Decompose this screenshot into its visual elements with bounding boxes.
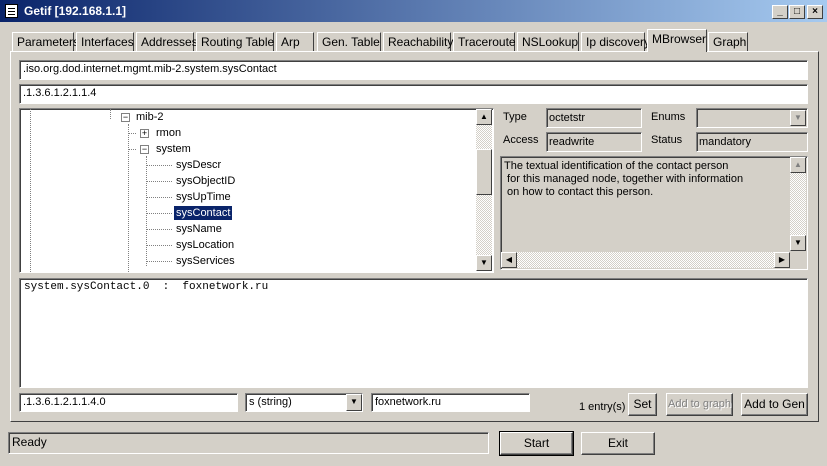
expand-icon[interactable]: + bbox=[140, 129, 149, 138]
type-value: octetstr bbox=[546, 108, 642, 128]
scroll-right-icon[interactable]: ▶ bbox=[774, 252, 790, 268]
tab-ip-discovery[interactable]: Ip discovery bbox=[581, 32, 650, 51]
description-text: The textual identification of the contac… bbox=[504, 160, 744, 198]
description-hscroll[interactable] bbox=[501, 252, 790, 268]
set-button[interactable]: Set bbox=[628, 393, 657, 416]
tab-routing-table[interactable]: Routing Table bbox=[196, 32, 274, 51]
type-label: Type bbox=[503, 111, 527, 123]
tab-graph[interactable]: Graph bbox=[708, 32, 748, 51]
tab-reachability[interactable]: Reachability bbox=[383, 32, 453, 51]
exit-button[interactable]: Exit bbox=[581, 432, 655, 455]
dropdown-arrow-icon[interactable]: ▼ bbox=[790, 110, 806, 126]
scroll-down-icon[interactable]: ▼ bbox=[476, 255, 492, 271]
tree-node-syslocation[interactable]: sysLocation bbox=[176, 239, 234, 251]
tree-node-sysname[interactable]: sysName bbox=[176, 223, 222, 235]
tree-node-mib-2[interactable]: mib-2 bbox=[136, 111, 164, 123]
results-area[interactable]: system.sysContact.0 : foxnetwork.ru bbox=[19, 278, 808, 388]
entry-count: 1 entry(s) bbox=[579, 401, 626, 413]
scroll-thumb[interactable] bbox=[476, 149, 492, 195]
add-to-gen-button[interactable]: Add to Gen bbox=[741, 393, 808, 416]
enums-label: Enums bbox=[651, 111, 686, 123]
tree-node-system[interactable]: system bbox=[156, 143, 191, 155]
tab-nslookup[interactable]: NSLookup bbox=[517, 32, 579, 51]
app-icon bbox=[5, 4, 18, 18]
oid-name-field[interactable]: .iso.org.dod.internet.mgmt.mib-2.system.… bbox=[19, 60, 808, 80]
tab-interfaces[interactable]: Interfaces bbox=[76, 32, 134, 51]
set-value-input[interactable]: foxnetwork.ru bbox=[371, 393, 530, 412]
scroll-up-icon[interactable]: ▲ bbox=[476, 109, 492, 125]
access-label: Access bbox=[503, 134, 539, 146]
collapse-icon[interactable]: − bbox=[121, 113, 130, 122]
collapse-icon[interactable]: − bbox=[140, 145, 149, 154]
tree-node-sysdescr[interactable]: sysDescr bbox=[176, 159, 221, 171]
scroll-left-icon[interactable]: ◀ bbox=[501, 252, 517, 268]
tab-parameters[interactable]: Parameters bbox=[12, 32, 79, 51]
tab-traceroute[interactable]: Traceroute bbox=[453, 32, 516, 51]
close-icon[interactable]: × bbox=[807, 5, 823, 19]
tab-addresses[interactable]: Addresses bbox=[136, 32, 198, 51]
tree-node-sysservices[interactable]: sysServices bbox=[176, 255, 235, 267]
window-title: Getif [192.168.1.1] bbox=[24, 4, 127, 18]
start-button[interactable]: Start bbox=[499, 431, 574, 456]
tab-gen-table[interactable]: Gen. Table bbox=[317, 32, 381, 51]
status-label: Status bbox=[651, 134, 683, 146]
access-value: readwrite bbox=[546, 132, 642, 152]
tab-arp[interactable]: Arp bbox=[276, 32, 314, 51]
tab-mbrowser[interactable]: MBrowser bbox=[647, 29, 707, 52]
scroll-up-icon[interactable]: ▲ bbox=[790, 157, 806, 173]
maximize-icon[interactable]: □ bbox=[789, 5, 805, 19]
minimize-icon[interactable]: _ bbox=[772, 5, 788, 19]
oid-numeric-field[interactable]: .1.3.6.1.2.1.1.4 bbox=[19, 84, 808, 104]
result-line: system.sysContact.0 : foxnetwork.ru bbox=[24, 281, 269, 293]
set-oid-input[interactable]: .1.3.6.1.2.1.1.4.0 bbox=[19, 393, 238, 412]
mib-tree[interactable]: − mib-2 + rmon − system sysDescr sysObje… bbox=[19, 108, 494, 273]
tree-node-sysuptime[interactable]: sysUpTime bbox=[176, 191, 231, 203]
status-text: Ready bbox=[8, 432, 489, 454]
add-to-graph-button[interactable]: Add to graph bbox=[666, 393, 733, 416]
tree-node-syscontact-selected[interactable]: sysContact bbox=[172, 205, 234, 221]
description-box[interactable]: The textual identification of the contac… bbox=[500, 156, 808, 270]
dropdown-arrow-icon[interactable]: ▼ bbox=[346, 394, 362, 411]
status-value: mandatory bbox=[696, 132, 808, 152]
tree-node-sysobjectid[interactable]: sysObjectID bbox=[176, 175, 235, 187]
tree-node-rmon[interactable]: rmon bbox=[156, 127, 181, 139]
scroll-down-icon[interactable]: ▼ bbox=[790, 235, 806, 251]
